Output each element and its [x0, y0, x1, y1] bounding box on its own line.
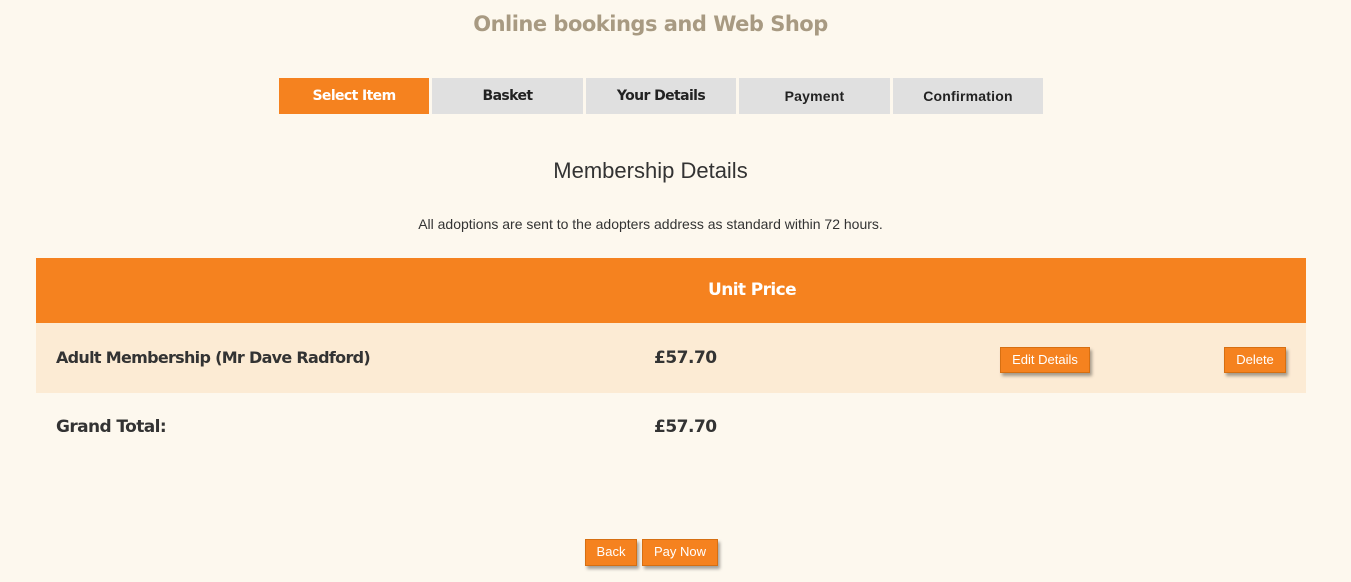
basket-table: Unit Price Adult Membership (Mr Dave Rad… — [36, 258, 1306, 459]
step-confirmation[interactable]: Confirmation — [893, 78, 1043, 114]
grand-total-value: £57.70 — [654, 417, 717, 437]
site-title: Online bookings and Web Shop — [473, 12, 828, 36]
table-row: Adult Membership (Mr Dave Radford) £57.7… — [36, 323, 1306, 393]
edit-details-button[interactable]: Edit Details — [1000, 347, 1090, 373]
grand-total-label: Grand Total: — [56, 417, 167, 437]
table-header: Unit Price — [36, 258, 1306, 323]
step-your-details[interactable]: Your Details — [586, 78, 736, 114]
back-button[interactable]: Back — [585, 539, 637, 566]
step-select-item[interactable]: Select Item — [279, 78, 429, 114]
step-payment[interactable]: Payment — [739, 78, 890, 114]
grand-total-row: Grand Total: £57.70 — [36, 393, 1306, 459]
item-unit-price: £57.70 — [654, 348, 717, 368]
pay-now-button[interactable]: Pay Now — [642, 539, 718, 566]
unit-price-header: Unit Price — [708, 280, 797, 300]
shipping-note: All adoptions are sent to the adopters a… — [418, 216, 883, 232]
page-heading: Membership Details — [553, 158, 748, 183]
checkout-steps: Select Item Basket Your Details Payment … — [279, 78, 1043, 114]
item-name: Adult Membership (Mr Dave Radford) — [56, 348, 371, 367]
step-basket[interactable]: Basket — [432, 78, 583, 114]
delete-button[interactable]: Delete — [1224, 347, 1286, 373]
